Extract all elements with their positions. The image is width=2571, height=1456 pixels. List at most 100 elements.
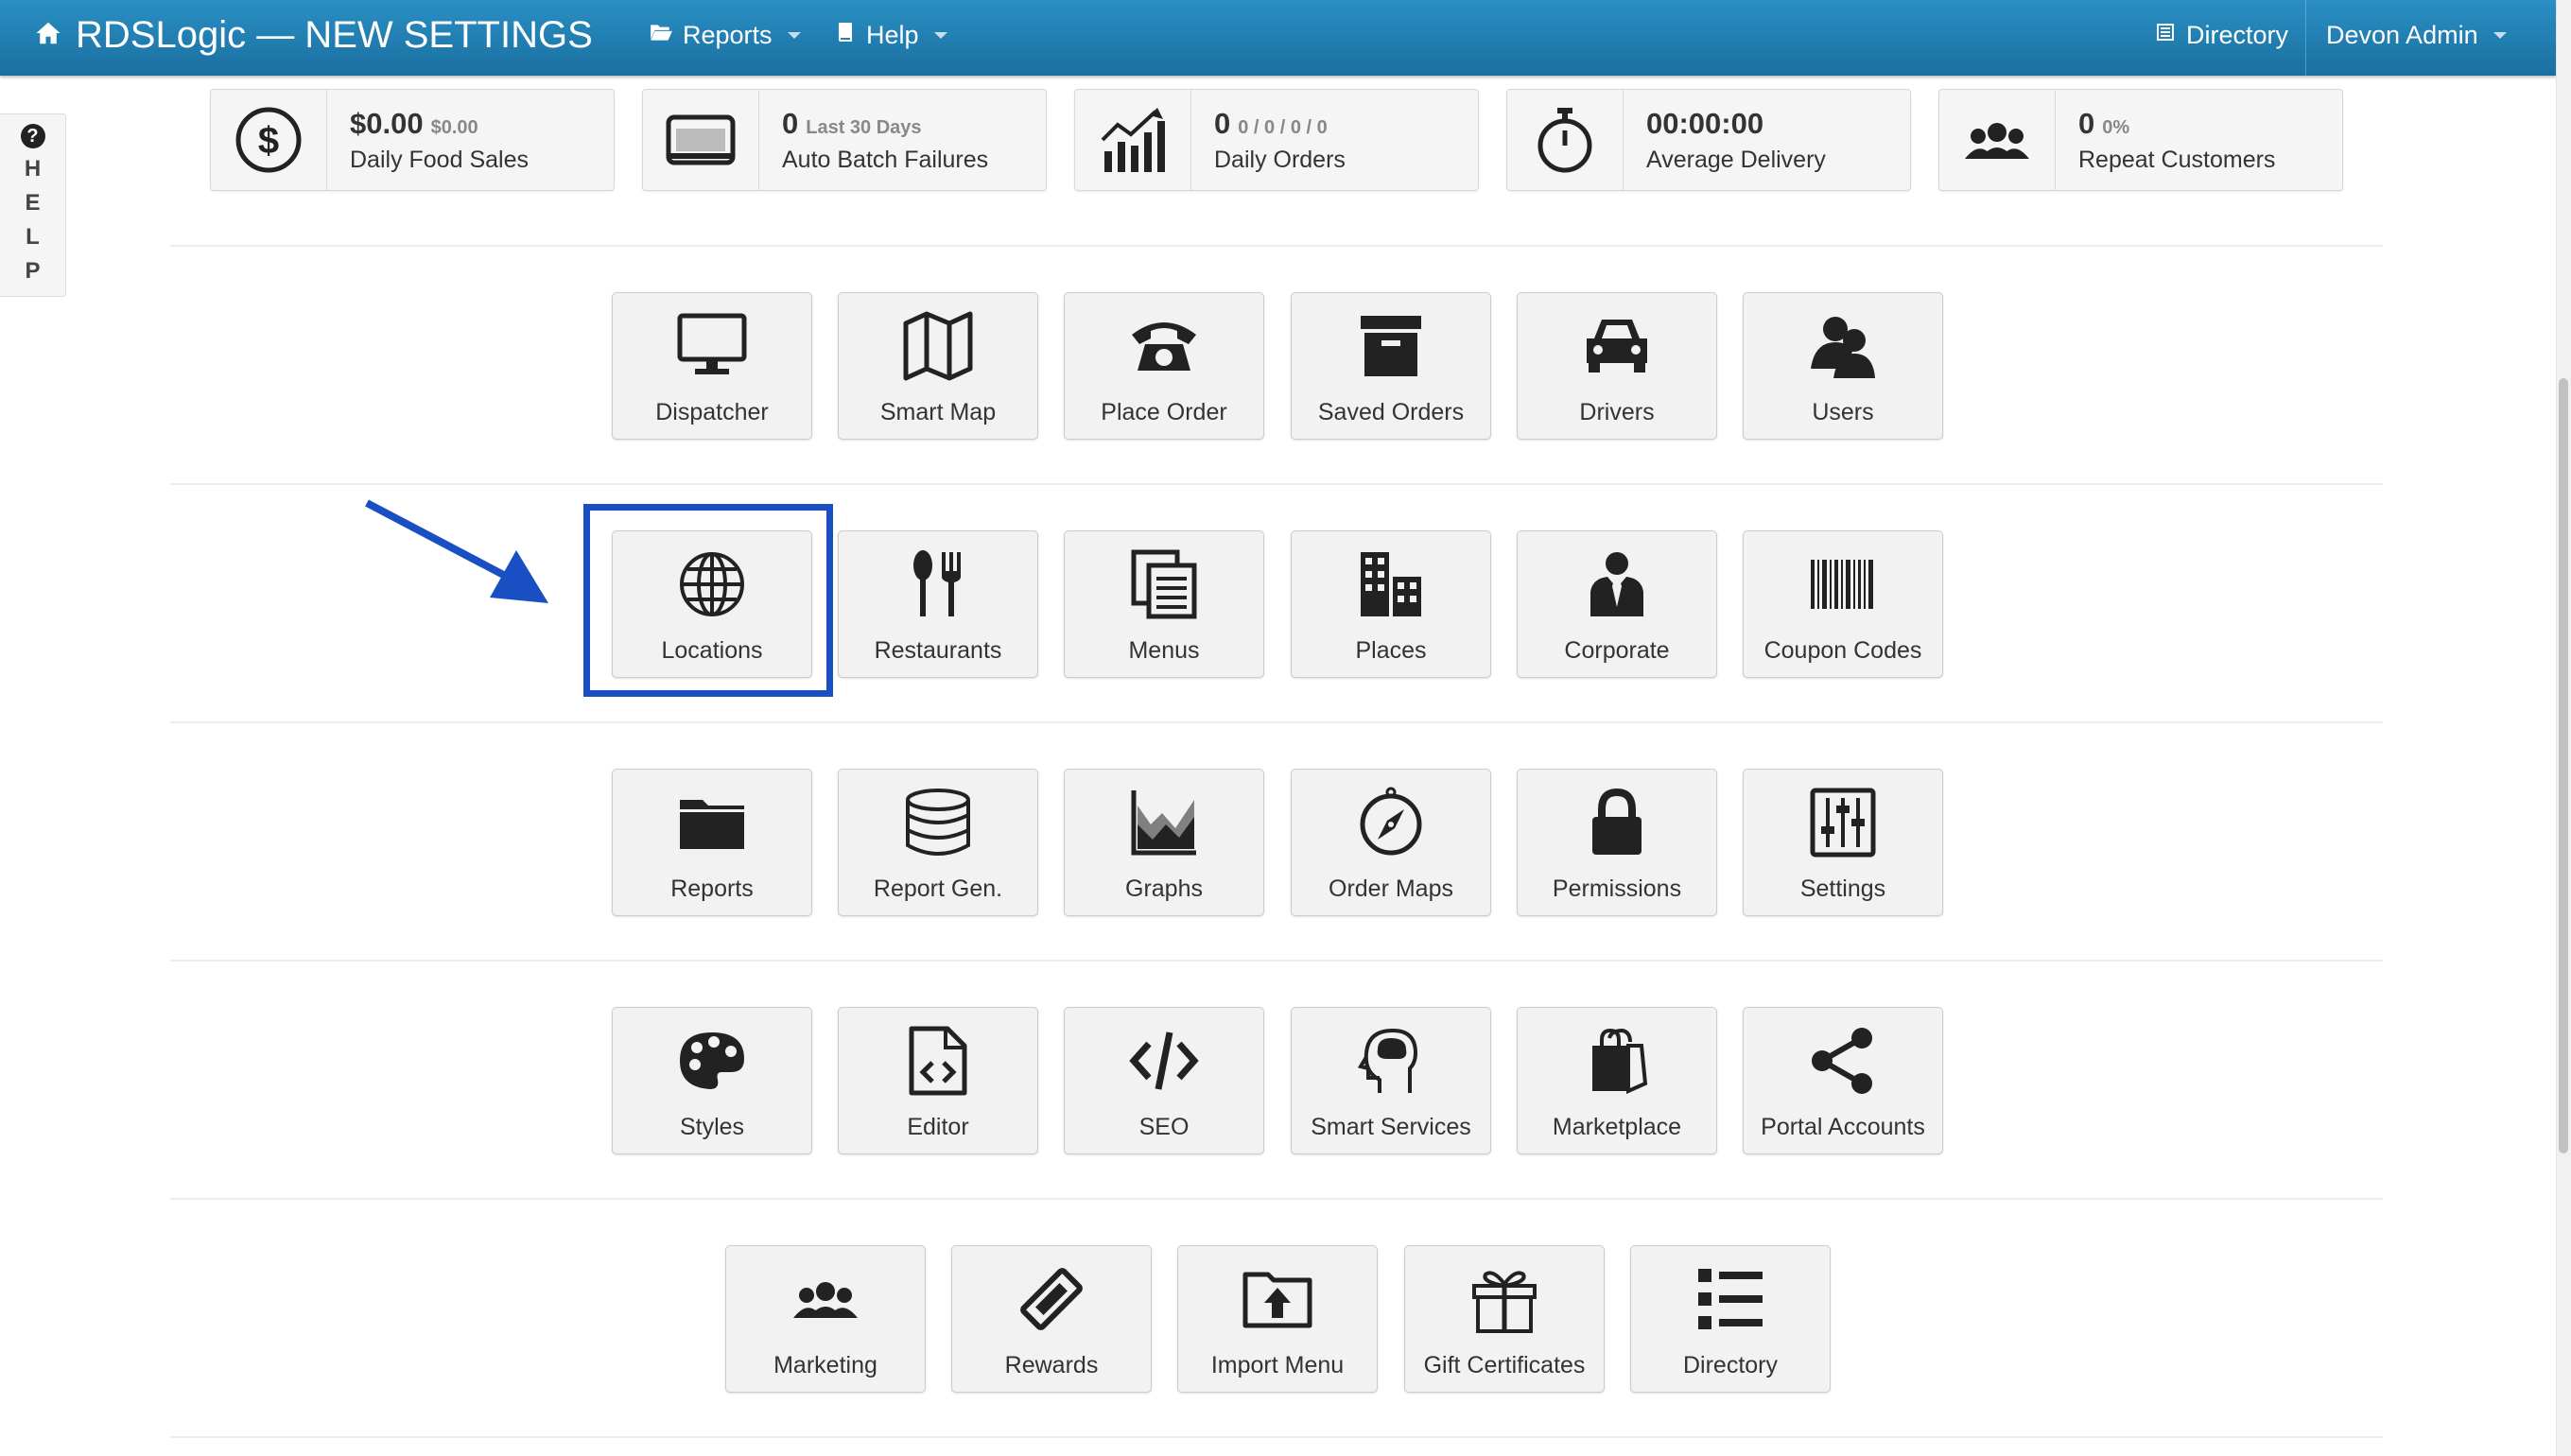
help-side-tab[interactable]: ? H E L P bbox=[0, 113, 66, 297]
help-letter: P bbox=[25, 258, 41, 284]
stat-value: 00:00:00 bbox=[1646, 107, 1764, 140]
stat-sub: 0 / 0 / 0 / 0 bbox=[1238, 117, 1328, 138]
tile-marketplace[interactable]: Marketplace bbox=[1517, 1007, 1717, 1154]
tile-seo[interactable]: SEO bbox=[1064, 1007, 1264, 1154]
tile-graphs[interactable]: Graphs bbox=[1064, 769, 1264, 916]
help-letter: H bbox=[24, 156, 42, 182]
tile-reports[interactable]: Reports bbox=[612, 769, 812, 916]
tile-label: Marketing bbox=[773, 1352, 877, 1378]
tile-settings[interactable]: Settings bbox=[1743, 769, 1943, 916]
share-icon bbox=[1744, 1023, 1942, 1099]
tile-label: Saved Orders bbox=[1317, 399, 1465, 425]
tile-editor[interactable]: Editor bbox=[838, 1007, 1038, 1154]
tile-label: Users bbox=[1812, 399, 1874, 425]
barcode-icon bbox=[1744, 546, 1942, 622]
car-icon bbox=[1518, 308, 1716, 384]
highlight-box bbox=[583, 504, 833, 697]
section-divider bbox=[170, 483, 2383, 485]
user-menu-label: Devon Admin bbox=[2326, 20, 2478, 49]
tile-places[interactable]: Places bbox=[1291, 530, 1491, 678]
tile-label: Menus bbox=[1128, 637, 1200, 664]
dollar-icon: $ bbox=[211, 90, 327, 190]
tile-styles[interactable]: Styles bbox=[612, 1007, 812, 1154]
tile-label: Directory bbox=[1682, 1352, 1778, 1378]
directory-link[interactable]: Directory bbox=[2154, 0, 2288, 70]
user-menu[interactable]: Devon Admin bbox=[2326, 0, 2507, 70]
tile-report-gen[interactable]: Report Gen. bbox=[838, 769, 1038, 916]
stat-daily-orders: 00 / 0 / 0 / 0 Daily Orders bbox=[1074, 89, 1479, 191]
svg-text:$: $ bbox=[258, 120, 279, 162]
tile-place-order[interactable]: Place Order bbox=[1064, 292, 1264, 440]
chevron-down-icon bbox=[933, 31, 947, 39]
group-icon bbox=[726, 1261, 925, 1337]
stat-value: 00 / 0 / 0 / 0 bbox=[1214, 107, 1328, 140]
tile-label: Graphs bbox=[1125, 875, 1203, 902]
tile-users[interactable]: Users bbox=[1743, 292, 1943, 440]
tile-permissions[interactable]: Permissions bbox=[1517, 769, 1717, 916]
monitor-icon bbox=[613, 308, 811, 384]
tile-label: SEO bbox=[1138, 1114, 1190, 1140]
tile-corporate[interactable]: Corporate bbox=[1517, 530, 1717, 678]
ticket-icon bbox=[952, 1261, 1151, 1337]
buildings-icon bbox=[1292, 546, 1490, 622]
palette-icon bbox=[613, 1023, 811, 1099]
tile-saved-orders[interactable]: Saved Orders bbox=[1291, 292, 1491, 440]
gift-icon bbox=[1405, 1261, 1604, 1337]
reports-menu[interactable]: Reports bbox=[649, 0, 801, 70]
tile-label: Editor bbox=[907, 1114, 969, 1140]
stopwatch-icon bbox=[1507, 90, 1624, 190]
chevron-down-icon bbox=[787, 31, 801, 39]
tile-label: Places bbox=[1355, 637, 1427, 664]
app-title: RDSLogic — NEW SETTINGS bbox=[76, 13, 593, 56]
brand-link[interactable]: RDSLogic — NEW SETTINGS bbox=[34, 0, 593, 70]
help-menu[interactable]: Help bbox=[834, 0, 947, 70]
tile-portal-accounts[interactable]: Portal Accounts bbox=[1743, 1007, 1943, 1154]
stat-value: 0 Last 30 Days bbox=[782, 107, 922, 140]
tile-directory[interactable]: Directory bbox=[1630, 1245, 1831, 1393]
code-icon bbox=[1065, 1023, 1263, 1099]
tile-marketing[interactable]: Marketing bbox=[725, 1245, 926, 1393]
list-alt-icon bbox=[2154, 21, 2177, 50]
section-divider bbox=[170, 1198, 2383, 1200]
help-letter: E bbox=[25, 190, 41, 216]
tile-smart-services[interactable]: Smart Services bbox=[1291, 1007, 1491, 1154]
tile-label: Gift Certificates bbox=[1423, 1352, 1586, 1378]
tile-label: Import Menu bbox=[1210, 1352, 1345, 1378]
folder-open-icon bbox=[649, 20, 673, 51]
tile-menus[interactable]: Menus bbox=[1064, 530, 1264, 678]
tile-label: Drivers bbox=[1579, 399, 1655, 425]
scrollbar-thumb[interactable] bbox=[2559, 378, 2568, 1153]
home-icon bbox=[34, 14, 62, 57]
tile-restaurants[interactable]: Restaurants bbox=[838, 530, 1038, 678]
tile-label: Styles bbox=[679, 1114, 745, 1140]
stat-label: Daily Orders bbox=[1214, 147, 1346, 173]
tile-drivers[interactable]: Drivers bbox=[1517, 292, 1717, 440]
phone-icon bbox=[1065, 308, 1263, 384]
chart-up-icon bbox=[1075, 90, 1191, 190]
folder-icon bbox=[613, 785, 811, 860]
cutlery-icon bbox=[839, 546, 1037, 622]
compass-icon bbox=[1292, 785, 1490, 860]
stat-label: Daily Food Sales bbox=[350, 147, 529, 173]
tile-rewards[interactable]: Rewards bbox=[951, 1245, 1152, 1393]
tile-dispatcher[interactable]: Dispatcher bbox=[612, 292, 812, 440]
tile-label: Corporate bbox=[1564, 637, 1670, 664]
section-divider bbox=[170, 245, 2383, 247]
users-icon bbox=[1744, 308, 1942, 384]
tile-gift-certificates[interactable]: Gift Certificates bbox=[1404, 1245, 1605, 1393]
section-divider bbox=[170, 1436, 2383, 1438]
tile-order-maps[interactable]: Order Maps bbox=[1291, 769, 1491, 916]
stat-sub: 0% bbox=[2102, 117, 2130, 138]
stat-label: Repeat Customers bbox=[2078, 147, 2276, 173]
section-divider bbox=[170, 721, 2383, 723]
tile-label: Smart Map bbox=[879, 399, 997, 425]
tile-smart-map[interactable]: Smart Map bbox=[838, 292, 1038, 440]
reports-menu-label: Reports bbox=[683, 20, 773, 49]
tile-import-menu[interactable]: Import Menu bbox=[1177, 1245, 1378, 1393]
pointer-arrow-icon bbox=[365, 499, 548, 603]
book-icon bbox=[834, 21, 857, 50]
tile-label: Rewards bbox=[1004, 1352, 1099, 1378]
tile-coupon-codes[interactable]: Coupon Codes bbox=[1743, 530, 1943, 678]
chevron-down-icon bbox=[2493, 31, 2507, 39]
archive-icon bbox=[1292, 308, 1490, 384]
